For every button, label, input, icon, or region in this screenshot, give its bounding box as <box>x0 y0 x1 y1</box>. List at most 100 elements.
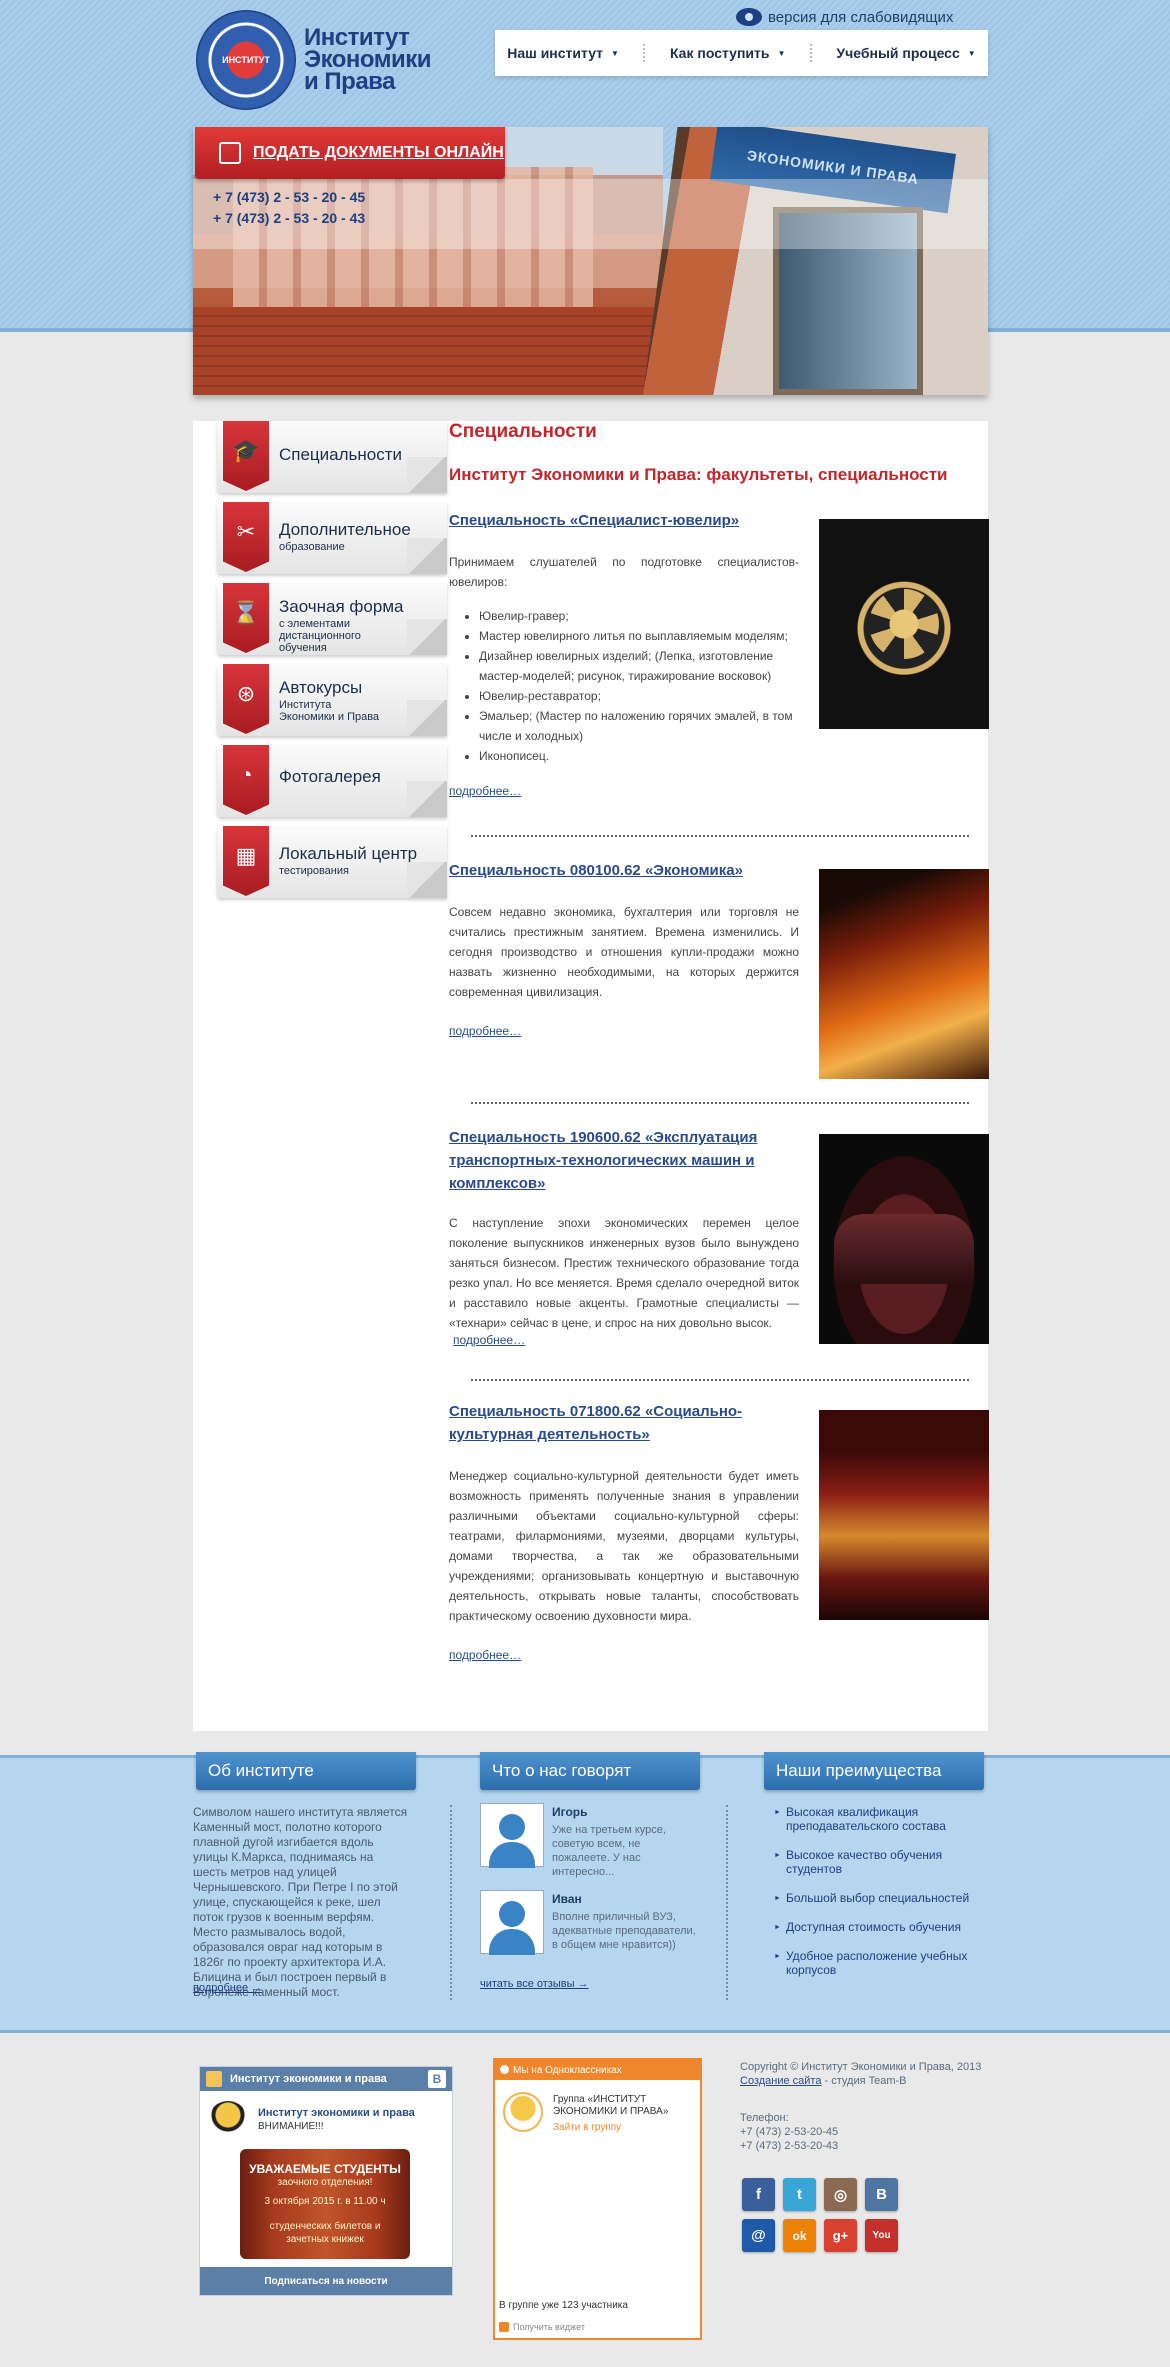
hero-banner: ЭКОНОМИКИ И ПРАВА Подать документы онлай… <box>193 127 988 395</box>
subscribe-button[interactable]: Подписаться на новости <box>200 2267 452 2295</box>
advantage-item: Высокое качество обучения студентов <box>774 1848 994 1876</box>
nav-label: Наш институт <box>507 45 604 61</box>
emblem-icon: ИНСТИТУТ <box>196 10 296 110</box>
about-tab: Об институте <box>196 1752 416 1790</box>
youtube-icon[interactable]: You <box>865 2219 898 2252</box>
vkontakte-icon[interactable]: B <box>865 2178 898 2211</box>
submit-documents-button[interactable]: Подать документы онлайн <box>195 127 505 179</box>
vk-logo-text: B <box>432 2072 442 2086</box>
instagram-icon[interactable]: ◎ <box>824 2178 857 2211</box>
article-title[interactable]: Специальность 071800.62 «Социально-культ… <box>449 1400 799 1446</box>
advantages-tab: Наши преимущества <box>764 1752 984 1790</box>
review-name: Игорь <box>552 1805 588 1819</box>
all-reviews-link[interactable]: читать все отзывы → <box>480 1978 589 1990</box>
facebook-icon[interactable]: f <box>742 2178 775 2211</box>
ok-join-link[interactable]: Зайти в группу <box>553 2122 621 2133</box>
article-divider <box>471 1379 969 1381</box>
vk-logo-icon: B <box>428 2070 446 2088</box>
article-sociocultural: Специальность 071800.62 «Социально-культ… <box>449 1400 989 1662</box>
ok-widget-header: Мы на Одноклассниках <box>495 2060 700 2080</box>
site-logo[interactable]: ИНСТИТУТ Институт Экономики и Права <box>196 10 446 110</box>
odnoklassniki-icon[interactable]: ok <box>783 2219 816 2252</box>
article-divider <box>471 1102 969 1104</box>
side-item-title: Локальный центр <box>279 844 418 863</box>
article-title[interactable]: Специальность 080100.62 «Экономика» <box>449 859 799 882</box>
column-separator <box>726 1805 728 2000</box>
side-item-testing-center[interactable]: ▦ Локальный центр тестирования <box>217 826 447 898</box>
vk-widget-header: Институт экономики и права B <box>200 2067 452 2091</box>
accessibility-label: версия для слабовидящих <box>768 8 954 26</box>
read-more-link[interactable]: подробнее… <box>449 784 989 798</box>
copyright-text: Copyright © Институт Экономики и Права, … <box>740 2061 982 2073</box>
side-item-distance-learning[interactable]: ⌛ Заочная форма с элементами дистанционн… <box>217 583 447 655</box>
car-body <box>834 1214 974 1284</box>
side-item-driving-courses[interactable]: ⊛ Автокурсы Института Экономики и Права <box>217 664 447 736</box>
footer-phones: Телефон: +7 (473) 2-53-20-45 +7 (473) 2-… <box>740 2111 990 2153</box>
side-item-sub: образование <box>279 541 345 553</box>
nav-item-institute[interactable]: Наш институт ▼ <box>507 45 619 61</box>
phone-label: Телефон: <box>740 2112 789 2124</box>
rss-icon: ◔ <box>223 745 269 815</box>
article-text: Совсем недавно экономика, бухгалтерия ил… <box>449 905 799 999</box>
side-item-photo-gallery[interactable]: ◔ Фотогалерея <box>217 745 447 817</box>
advantage-item: Высокая квалификация преподавательского … <box>774 1805 994 1833</box>
advantage-item: Доступная стоимость обучения <box>774 1920 994 1935</box>
advantages-list: Высокая квалификация преподавательского … <box>774 1805 994 1992</box>
nav-label: Учебный процесс <box>836 45 960 61</box>
list-item: Дизайнер ювелирных изделий; (Лепка, изго… <box>479 646 799 686</box>
hero-phones: + 7 (473) 2 - 53 - 20 - 45 + 7 (473) 2 -… <box>213 187 365 229</box>
logo-text: Институт Экономики и Права <box>304 26 432 94</box>
mail-icon[interactable]: @ <box>742 2219 775 2252</box>
twitter-icon[interactable]: t <box>783 2178 816 2211</box>
google-plus-icon[interactable]: g+ <box>824 2219 857 2252</box>
footer-phone-2[interactable]: +7 (473) 2-53-20-43 <box>740 2139 990 2153</box>
reviews-tab: Что о нас говорят <box>480 1752 700 1790</box>
article-text: С наступление эпохи экономических переме… <box>449 1216 799 1330</box>
eagle-emblem <box>869 589 939 659</box>
caret-down-icon: ▼ <box>611 48 619 58</box>
article-economics: Специальность 080100.62 «Экономика» Совс… <box>449 859 989 1079</box>
tab-label: Об институте <box>208 1761 314 1780</box>
advantage-item: Удобное расположение учебных корпусов <box>774 1949 994 1977</box>
article-title[interactable]: Специальность 190600.62 «Эксплуатация тр… <box>449 1126 799 1195</box>
side-item-title: Дополнительное <box>279 520 411 539</box>
about-more-link[interactable]: подробнее → <box>193 1982 262 1994</box>
side-item-sub: тестирования <box>279 865 349 877</box>
side-item-title: Заочная форма <box>279 597 404 616</box>
article-list: Ювелир-гравер; Мастер ювелирного литья п… <box>479 606 799 766</box>
about-text: Символом нашего института является Камен… <box>193 1805 408 1999</box>
group-avatar-icon <box>503 2092 543 2132</box>
nav-item-study[interactable]: Учебный процесс ▼ <box>836 45 975 61</box>
eye-icon <box>736 8 762 26</box>
accessibility-link[interactable]: версия для слабовидящих <box>736 6 953 28</box>
footer-phone-1[interactable]: +7 (473) 2-53-20-45 <box>740 2125 990 2139</box>
list-item: Ювелир-реставратор; <box>479 686 799 706</box>
vk-post-title[interactable]: Институт экономики и права <box>258 2107 415 2119</box>
phone-1[interactable]: + 7 (473) 2 - 53 - 20 - 45 <box>213 187 365 208</box>
ok-group-name[interactable]: Группа «ИНСТИТУТ ЭКОНОМИКИ И ПРАВА» <box>553 2094 693 2118</box>
vk-post-text: ВНИМАНИЕ!!! <box>258 2121 324 2132</box>
emblem-text: ИНСТИТУТ <box>222 55 270 65</box>
nav-item-admission[interactable]: Как поступить ▼ <box>670 45 785 61</box>
side-item-title: Автокурсы <box>279 678 363 697</box>
read-more-link[interactable]: подробнее… <box>449 1648 989 1662</box>
article-title[interactable]: Специальность «Специалист-ювелир» <box>449 509 799 532</box>
ok-get-widget-link[interactable]: Получить виджет <box>499 2322 585 2332</box>
scroll-line: зачетных книжек <box>286 2234 364 2245</box>
review-name: Иван <box>552 1892 582 1906</box>
side-menu: 🎓 Специальности ✂ Дополнительное образов… <box>217 421 447 907</box>
graduation-cap-icon: 🎓 <box>223 421 269 491</box>
icon-glyph: ok <box>792 2228 807 2243</box>
advantage-item: Большой выбор специальностей <box>774 1891 994 1906</box>
economics-image <box>819 869 989 1079</box>
site-creation-link[interactable]: Создание сайта <box>740 2075 821 2087</box>
review-item: Игорь Уже на третьем курсе, советую всем… <box>480 1803 700 1878</box>
ok-small-icon <box>499 2322 509 2332</box>
car-image <box>819 1134 989 1344</box>
calendar-icon: ▦ <box>223 826 269 896</box>
side-item-specialties[interactable]: 🎓 Специальности <box>217 421 447 493</box>
vk-header-title[interactable]: Институт экономики и права <box>230 2073 387 2085</box>
hourglass-icon: ⌛ <box>223 583 269 653</box>
phone-2[interactable]: + 7 (473) 2 - 53 - 20 - 43 <box>213 208 365 229</box>
side-item-additional-education[interactable]: ✂ Дополнительное образование <box>217 502 447 574</box>
